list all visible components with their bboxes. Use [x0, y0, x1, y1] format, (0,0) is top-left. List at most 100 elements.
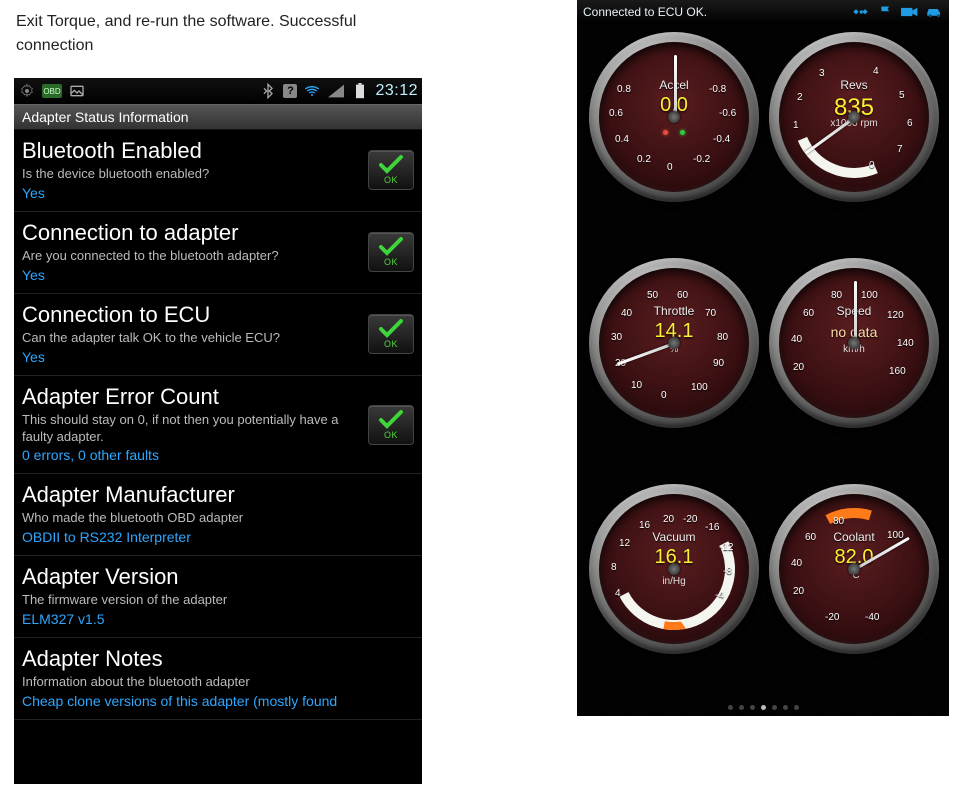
- obd-icon: OBD: [42, 84, 62, 98]
- tick: 60: [677, 290, 688, 301]
- statusbar-dashboard: Connected to ECU OK.: [577, 0, 949, 24]
- item-notes[interactable]: Adapter Notes Information about the blue…: [14, 638, 422, 720]
- tick: 60: [805, 532, 816, 543]
- notification-icon: ?: [283, 84, 297, 98]
- tick: -40: [865, 612, 879, 623]
- tick: -12: [719, 542, 733, 553]
- tick: 90: [713, 358, 724, 369]
- bluetooth-icon: [259, 82, 277, 100]
- tick: 160: [889, 366, 906, 377]
- item-bluetooth-enabled[interactable]: Bluetooth Enabled Is the device bluetoot…: [14, 130, 422, 212]
- gauge-revs[interactable]: Revs 835 x1000 rpm 1 2 3 4 5 6 7 0: [769, 32, 939, 202]
- tick: 0.2: [637, 154, 651, 165]
- pager-dot[interactable]: [750, 705, 755, 710]
- tick: -20: [683, 514, 697, 525]
- tick: 0: [661, 390, 667, 401]
- item-desc: This should stay on 0, if not then you p…: [22, 412, 414, 446]
- signal-icon: [327, 82, 345, 100]
- tick: 40: [791, 558, 802, 569]
- tick: -8: [723, 566, 732, 577]
- tick: 4: [615, 588, 621, 599]
- tick: 80: [833, 516, 844, 527]
- tick: 7: [897, 144, 903, 155]
- tick: 70: [705, 308, 716, 319]
- gauge-accel[interactable]: Accel 0.0 0.8 0.6 0.4 0.2 0 -0.2 -0.4 -0…: [589, 32, 759, 202]
- satellite-icon: [853, 5, 871, 19]
- flag-icon: [877, 5, 895, 19]
- tick: 0: [667, 162, 673, 173]
- item-manufacturer[interactable]: Adapter Manufacturer Who made the blueto…: [14, 474, 422, 556]
- tick: 6: [907, 118, 913, 129]
- item-connection-ecu[interactable]: Connection to ECU Can the adapter talk O…: [14, 294, 422, 376]
- gauge-dashboard[interactable]: Accel 0.0 0.8 0.6 0.4 0.2 0 -0.2 -0.4 -0…: [577, 24, 949, 716]
- pager-dot[interactable]: [783, 705, 788, 710]
- gauge-throttle[interactable]: Throttle 14.1 % 10 20 30 40 50 60 70 80 …: [589, 258, 759, 428]
- tick: 10: [631, 380, 642, 391]
- status-led-green: [680, 130, 685, 135]
- camera-icon: [901, 5, 919, 19]
- pager-dot[interactable]: [739, 705, 744, 710]
- item-value: Yes: [22, 267, 414, 283]
- gauge-unit: in/Hg: [599, 576, 749, 587]
- gauge-hub: [848, 563, 860, 575]
- instruction-text: Exit Torque, and re-run the software. Su…: [16, 10, 416, 58]
- tick: 100: [861, 290, 878, 301]
- tick: 120: [887, 310, 904, 321]
- ok-badge: OK: [368, 150, 414, 190]
- gauge-label: Revs: [779, 78, 929, 92]
- item-title: Adapter Manufacturer: [22, 482, 414, 508]
- wifi-icon: [303, 82, 321, 100]
- pager-dot-active[interactable]: [761, 705, 766, 710]
- item-error-count[interactable]: Adapter Error Count This should stay on …: [14, 376, 422, 475]
- item-desc: Information about the bluetooth adapter: [22, 674, 414, 691]
- tick: -0.8: [709, 84, 726, 95]
- item-version[interactable]: Adapter Version The firmware version of …: [14, 556, 422, 638]
- item-title: Adapter Notes: [22, 646, 414, 672]
- tick: 8: [611, 562, 617, 573]
- gauge-hub: [668, 111, 680, 123]
- tick: 1: [793, 120, 799, 131]
- tick: -4: [715, 590, 724, 601]
- tick: 80: [831, 290, 842, 301]
- tick: 16: [639, 520, 650, 531]
- item-title: Bluetooth Enabled: [22, 138, 414, 164]
- gauge-speed[interactable]: Speed no data km/h 20 40 60 80 100 120 1…: [769, 258, 939, 428]
- battery-icon: [351, 82, 369, 100]
- ok-badge: OK: [368, 405, 414, 445]
- page-indicator[interactable]: [577, 705, 949, 710]
- gauge-hub: [668, 563, 680, 575]
- ok-label: OK: [384, 175, 398, 185]
- item-title: Connection to adapter: [22, 220, 414, 246]
- pager-dot[interactable]: [728, 705, 733, 710]
- gauge-needle: [854, 281, 857, 343]
- tick: 12: [619, 538, 630, 549]
- tick: 3: [819, 68, 825, 79]
- gauge-hub: [668, 337, 680, 349]
- item-title: Connection to ECU: [22, 302, 414, 328]
- pager-dot[interactable]: [794, 705, 799, 710]
- tick: 140: [897, 338, 914, 349]
- item-connection-adapter[interactable]: Connection to adapter Are you connected …: [14, 212, 422, 294]
- gauge-vacuum[interactable]: Vacuum 16.1 in/Hg 4 8 12 16 20 -20 -16 -…: [589, 484, 759, 654]
- tick: 40: [791, 334, 802, 345]
- tick: 20: [793, 586, 804, 597]
- statusbar: OBD ? 23:12: [14, 78, 422, 104]
- item-title: Adapter Error Count: [22, 384, 414, 410]
- tick: -16: [705, 522, 719, 533]
- tick: -0.4: [713, 134, 730, 145]
- phone-left-screenshot: OBD ? 23:12 Adapter Status Information B…: [14, 78, 422, 784]
- tick: -0.2: [693, 154, 710, 165]
- gauge-hub: [848, 111, 860, 123]
- item-value: OBDII to RS232 Interpreter: [22, 529, 414, 545]
- settings-icon: [18, 82, 36, 100]
- gauge-coolant[interactable]: Coolant 82.0 °C 20 40 60 80 100 -20 -40: [769, 484, 939, 654]
- tick: 4: [873, 66, 879, 77]
- tick: 0.8: [617, 84, 631, 95]
- ok-label: OK: [384, 257, 398, 267]
- pager-dot[interactable]: [772, 705, 777, 710]
- tick: 60: [803, 308, 814, 319]
- item-desc: Who made the bluetooth OBD adapter: [22, 510, 414, 527]
- gauge-needle: [674, 55, 677, 117]
- item-value: Yes: [22, 349, 414, 365]
- tick: -20: [825, 612, 839, 623]
